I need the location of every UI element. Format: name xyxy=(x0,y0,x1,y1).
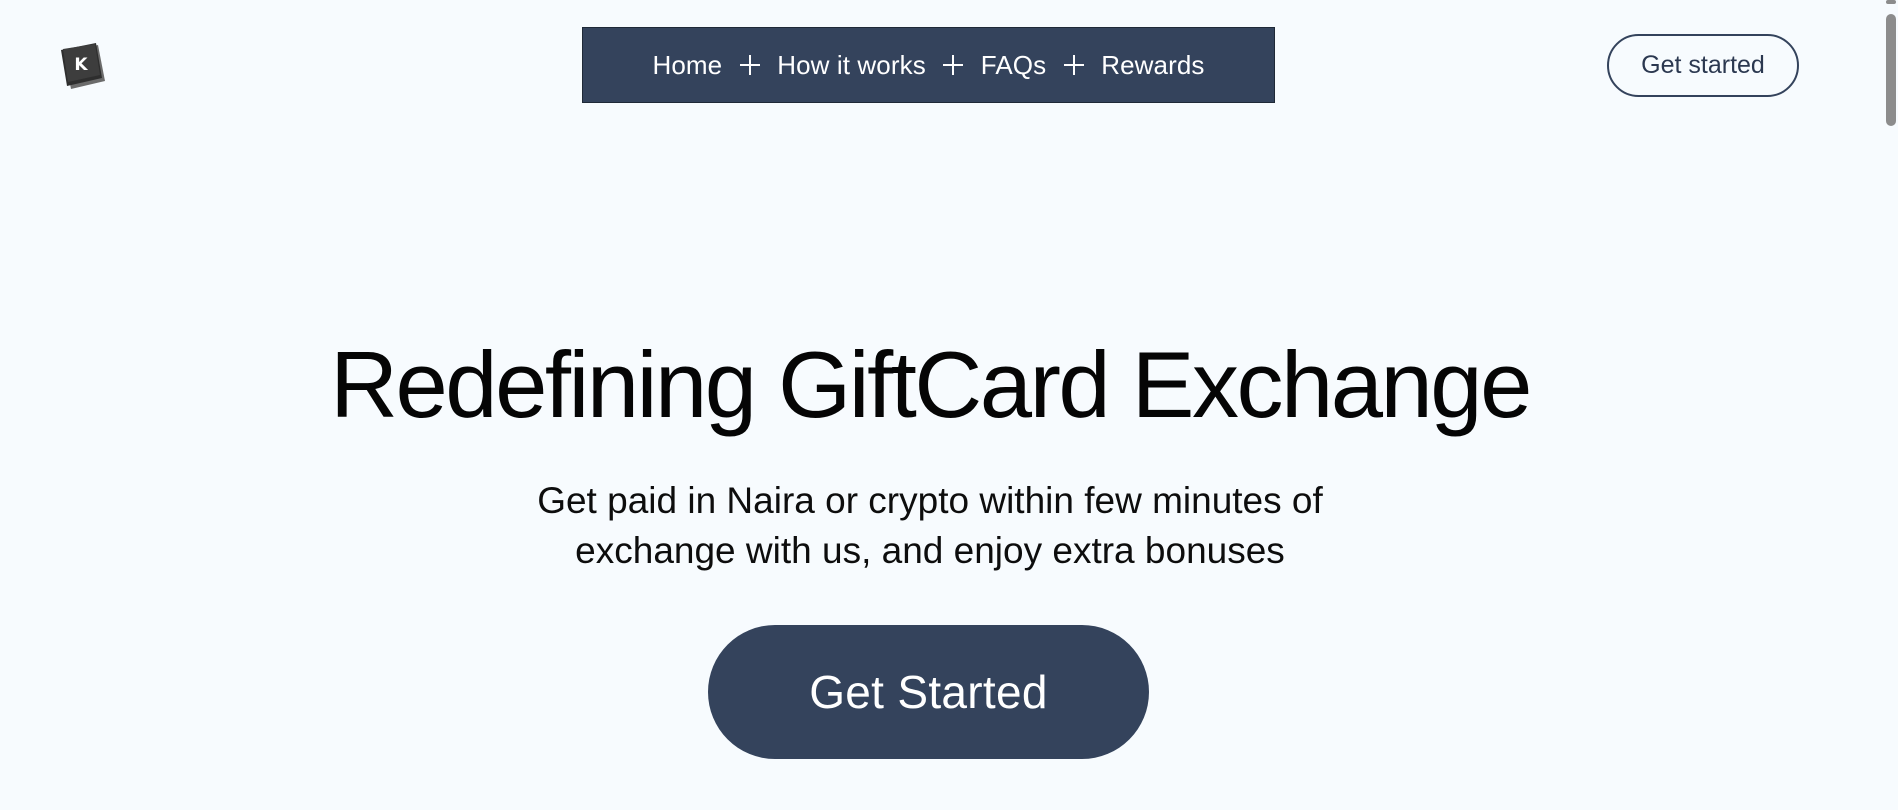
get-started-hero-button[interactable]: Get Started xyxy=(708,625,1149,759)
get-started-header-button[interactable]: Get started xyxy=(1607,34,1799,97)
plus-icon xyxy=(1046,52,1101,78)
logo-icon: K xyxy=(61,43,105,89)
nav-link-rewards[interactable]: Rewards xyxy=(1101,50,1204,81)
logo-letter: K xyxy=(74,55,88,75)
scrollbar-thumb[interactable] xyxy=(1886,14,1896,126)
hero-title: Redefining GiftCard Exchange xyxy=(330,332,1532,437)
main-navigation: Home How it works FAQs Rewards xyxy=(582,27,1275,103)
nav-link-faqs[interactable]: FAQs xyxy=(981,50,1046,81)
hero-subtitle-line-1: Get paid in Naira or crypto within few m… xyxy=(537,480,1323,521)
plus-icon xyxy=(722,52,777,78)
page-scrollbar[interactable] xyxy=(1882,0,1898,810)
nav-link-how-it-works[interactable]: How it works xyxy=(777,50,926,81)
nav-link-home[interactable]: Home xyxy=(652,50,722,81)
hero-subtitle: Get paid in Naira or crypto within few m… xyxy=(0,476,1860,576)
hero-subtitle-line-2: exchange with us, and enjoy extra bonuse… xyxy=(575,530,1285,571)
brand-logo[interactable]: K xyxy=(56,40,106,90)
scroll-up-arrow[interactable] xyxy=(1886,0,1896,4)
plus-icon xyxy=(926,52,981,78)
